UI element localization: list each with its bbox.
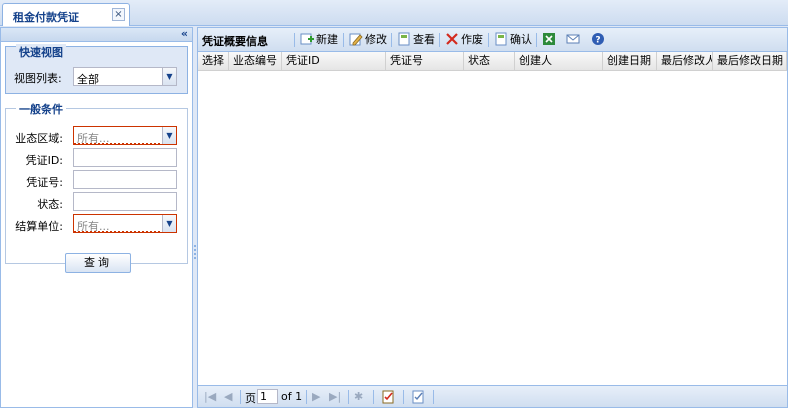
paging-separator [373,390,374,404]
voucher-number-input[interactable] [73,170,177,189]
tab-strip: 租金付款凭证 × [0,0,788,26]
view-list-select[interactable]: 全部 ▼ [73,67,177,86]
column-header-status[interactable]: 状态 [464,52,515,71]
delete-x-icon [446,33,458,45]
column-header-last-modifier[interactable]: 最后修改人 [657,52,713,71]
add-icon [300,33,314,45]
close-icon[interactable]: × [112,8,125,21]
column-header-creator[interactable]: 创建人 [515,52,603,71]
settlement-unit-select[interactable]: 所有... ▼ [73,214,177,233]
new-button-label: 新建 [316,33,338,46]
refresh-icon[interactable]: ✱ [354,390,363,403]
paging-separator [306,390,307,404]
column-header-create-date[interactable]: 创建日期 [603,52,657,71]
business-area-placeholder: 所有... [77,132,110,145]
edit-button-label: 修改 [365,33,387,46]
status-input[interactable] [73,192,177,211]
query-button[interactable]: 查询 [65,253,131,273]
status-label: 状态: [37,198,63,211]
view-button-label: 查看 [413,33,435,46]
help-button[interactable]: ? [591,31,607,49]
export-excel-button[interactable] [542,31,558,49]
paging-separator [433,390,434,404]
business-area-label: 业态区域: [15,132,63,145]
toolbar-separator [294,33,295,47]
check-all-icon[interactable] [381,390,395,404]
svg-text:?: ? [595,36,600,46]
void-button[interactable]: 作废 [445,31,483,49]
mail-icon [566,34,580,44]
column-header-last-modified-date[interactable]: 最后修改日期 [713,52,787,71]
grid-header: 选择 业态编号 凭证ID 凭证号 状态 创建人 创建日期 最后修改人 最后修改日… [198,52,787,71]
first-page-icon[interactable]: |◀ [204,390,216,403]
confirm-button[interactable]: 确认 [494,31,532,49]
page-total: of 1 [281,390,303,403]
chevron-down-icon[interactable]: ▼ [162,127,176,144]
toolbar-separator [391,33,392,47]
view-list-value: 全部 [77,73,99,86]
paging-toolbar: |◀ ◀ 页 1 of 1 ▶ ▶| ✱ [198,385,787,407]
voucher-id-input[interactable] [73,148,177,167]
paging-separator [403,390,404,404]
view-list-label: 视图列表: [14,72,62,85]
general-conditions-fieldset: 一般条件 业态区域: 所有... ▼ 凭证ID: 凭证号: 状态: 结算单位: … [5,101,188,264]
search-panel-header: « [1,27,192,42]
toolbar-separator [343,33,344,47]
page-number-input[interactable]: 1 [257,389,278,404]
chevron-down-icon[interactable]: ▼ [162,68,176,85]
column-header-voucher-number[interactable]: 凭证号 [386,52,464,71]
toolbar-separator [439,33,440,47]
next-page-icon[interactable]: ▶ [312,390,320,403]
collapse-icon[interactable]: « [181,27,188,40]
excel-icon [543,33,555,45]
toolbar-separator [488,33,489,47]
chevron-down-icon[interactable]: ▼ [162,215,176,232]
business-area-select[interactable]: 所有... ▼ [73,126,177,145]
voucher-grid-panel: 凭证概要信息 新建 修改 查看 作废 确认 ? 选择 业态编号 凭证ID 凭证号… [197,27,788,408]
previous-page-icon[interactable]: ◀ [224,390,232,403]
settlement-unit-placeholder: 所有... [77,220,110,233]
tab-label: 租金付款凭证 [13,11,79,24]
column-header-select[interactable]: 选择 [198,52,229,71]
tab-rent-payment-voucher[interactable]: 租金付款凭证 × [2,3,130,26]
quick-view-fieldset: 快速视图 视图列表: 全部 ▼ [5,44,188,94]
grid-title: 凭证概要信息 [202,35,268,48]
edit-icon [349,33,363,46]
column-header-voucher-id[interactable]: 凭证ID [282,52,386,71]
toolbar-separator [536,33,537,47]
confirm-button-label: 确认 [510,33,532,46]
document-icon [398,32,410,46]
edit-button[interactable]: 修改 [349,31,387,49]
general-conditions-legend: 一般条件 [16,101,66,117]
last-page-icon[interactable]: ▶| [329,390,341,403]
page-label: 页 [245,392,256,405]
column-header-business-code[interactable]: 业态编号 [229,52,282,71]
new-button[interactable]: 新建 [300,31,338,49]
void-button-label: 作废 [461,33,483,46]
help-icon: ? [592,33,604,46]
email-button[interactable] [566,31,582,49]
voucher-id-label: 凭证ID: [25,154,63,167]
paging-separator [348,390,349,404]
quick-view-legend: 快速视图 [16,44,66,60]
paging-separator [240,390,241,404]
voucher-number-label: 凭证号: [26,176,63,189]
uncheck-all-icon[interactable] [411,390,425,404]
view-button[interactable]: 查看 [397,31,435,49]
settlement-unit-label: 结算单位: [15,220,63,233]
grid-toolbar: 凭证概要信息 新建 修改 查看 作废 确认 ? [198,28,787,52]
confirm-document-icon [495,32,507,46]
search-panel: « 快速视图 视图列表: 全部 ▼ 一般条件 业态区域: 所有... ▼ 凭证I… [0,27,193,408]
